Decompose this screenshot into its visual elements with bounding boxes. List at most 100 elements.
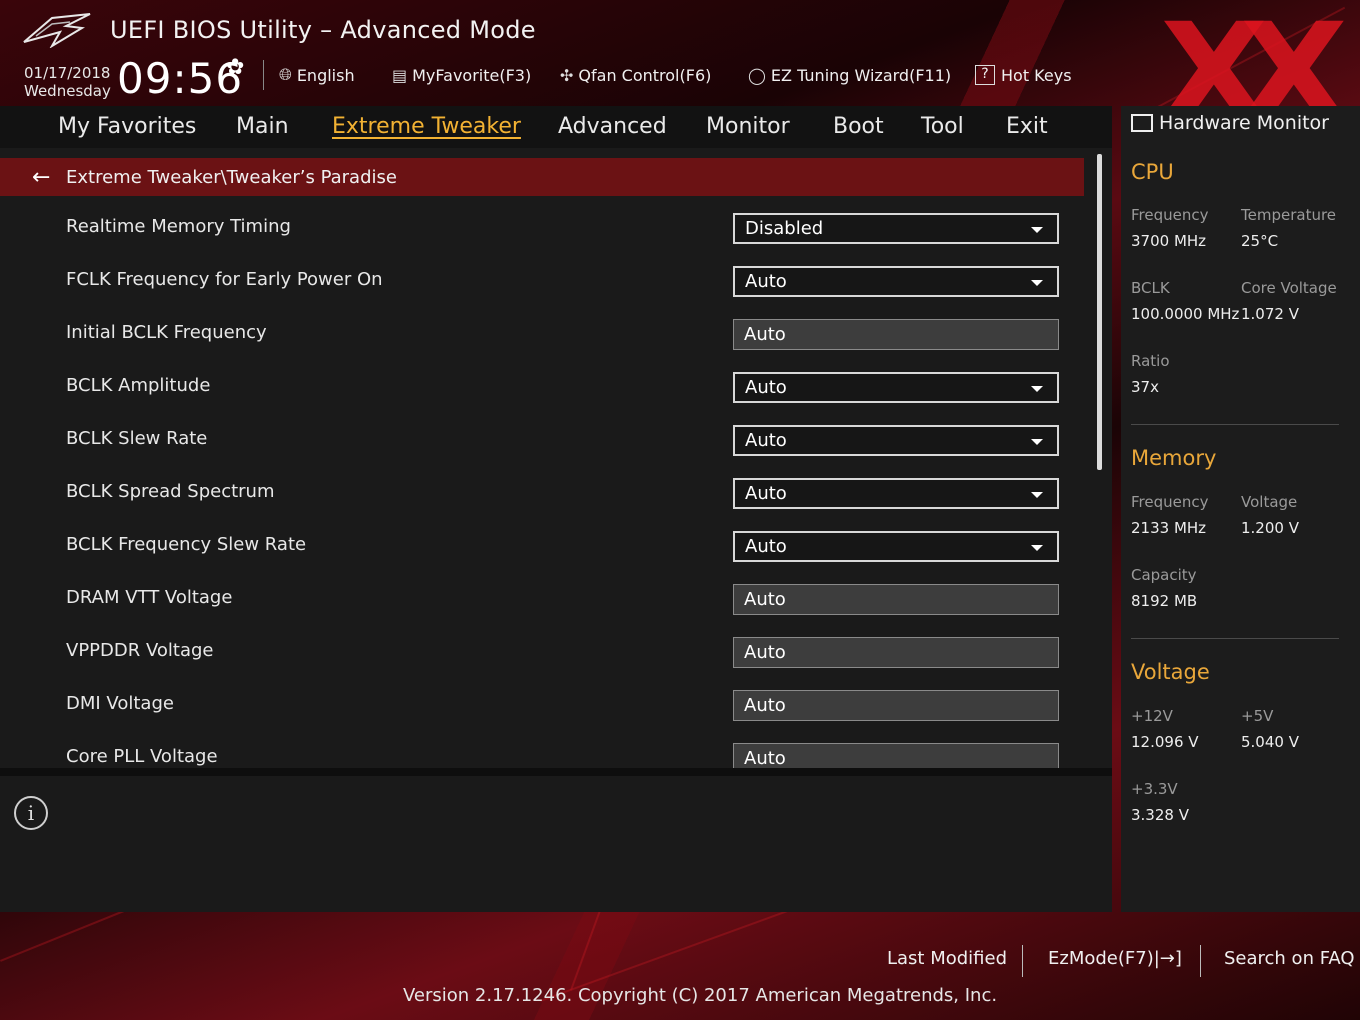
setting-row-fclk-early-power-on[interactable]: FCLK Frequency for Early Power On Auto bbox=[0, 260, 1080, 304]
panel-divider bbox=[0, 768, 1112, 776]
section-divider bbox=[1131, 424, 1339, 425]
bclk-slew-rate-select[interactable]: Auto bbox=[733, 425, 1059, 456]
v5-label: +5V bbox=[1241, 707, 1274, 725]
dropdown-caret-icon bbox=[1031, 492, 1043, 498]
section-divider bbox=[1131, 638, 1339, 639]
setting-row-bclk-slew-rate[interactable]: BCLK Slew Rate Auto bbox=[0, 419, 1080, 463]
setting-label: DRAM VTT Voltage bbox=[66, 587, 233, 608]
dropdown-caret-icon bbox=[1031, 280, 1043, 286]
capacity-value: 8192 MB bbox=[1131, 592, 1198, 610]
header-divider bbox=[263, 60, 264, 90]
qfan-label: Qfan Control(F6) bbox=[578, 65, 712, 85]
setting-row-bclk-amplitude[interactable]: BCLK Amplitude Auto bbox=[0, 366, 1080, 410]
setting-row-vppddr-voltage[interactable]: VPPDDR Voltage Auto bbox=[0, 631, 1080, 675]
dropdown-caret-icon bbox=[1031, 386, 1043, 392]
core-voltage-value: 1.072 V bbox=[1241, 305, 1299, 323]
select-value: Disabled bbox=[745, 218, 824, 239]
hot-keys-button[interactable]: ? Hot Keys bbox=[975, 62, 1072, 88]
weekday-text: Wednesday bbox=[24, 82, 111, 100]
memory-frequency-label: Frequency bbox=[1131, 493, 1209, 511]
footer-divider bbox=[1022, 945, 1023, 977]
memory-voltage-value: 1.200 V bbox=[1241, 519, 1299, 537]
setting-label: FCLK Frequency for Early Power On bbox=[66, 269, 383, 290]
ez-tuning-label: EZ Tuning Wizard(F11) bbox=[770, 65, 952, 85]
tab-monitor[interactable]: Monitor bbox=[706, 114, 790, 139]
language-button[interactable]: 🌐︎ English bbox=[279, 62, 355, 88]
v33-label: +3.3V bbox=[1131, 780, 1178, 798]
settings-panel: ← Extreme Tweaker\Tweaker’s Paradise Rea… bbox=[0, 148, 1112, 768]
ratio-value: 37x bbox=[1131, 378, 1159, 396]
select-value: Auto bbox=[745, 430, 787, 451]
last-modified-button[interactable]: Last Modified bbox=[887, 948, 1007, 969]
hot-keys-label: Hot Keys bbox=[1001, 65, 1072, 85]
realtime-memory-timing-select[interactable]: Disabled bbox=[733, 213, 1059, 244]
bclk-frequency-slew-rate-select[interactable]: Auto bbox=[733, 531, 1059, 562]
bclk-label: BCLK bbox=[1131, 279, 1170, 297]
vppddr-voltage-input[interactable]: Auto bbox=[733, 637, 1059, 668]
voltage-heading: Voltage bbox=[1131, 660, 1210, 684]
fan-icon: ✣ bbox=[560, 65, 574, 85]
tab-boot[interactable]: Boot bbox=[833, 114, 884, 139]
myfavorite-button[interactable]: ▤ MyFavorite(F3) bbox=[392, 62, 531, 88]
tab-my-favorites[interactable]: My Favorites bbox=[58, 114, 196, 139]
dropdown-caret-icon bbox=[1031, 227, 1043, 233]
setting-row-realtime-memory-timing[interactable]: Realtime Memory Timing Disabled bbox=[0, 207, 1080, 251]
cpu-frequency-value: 3700 MHz bbox=[1131, 232, 1207, 250]
v12-label: +12V bbox=[1131, 707, 1173, 725]
cpu-temperature-label: Temperature bbox=[1241, 206, 1337, 224]
dmi-voltage-input[interactable]: Auto bbox=[733, 690, 1059, 721]
ez-tuning-button[interactable]: ◯ EZ Tuning Wizard(F11) bbox=[748, 62, 951, 88]
search-faq-button[interactable]: Search on FAQ bbox=[1224, 948, 1355, 969]
main-menu-bar: My Favorites Main Extreme Tweaker Advanc… bbox=[0, 106, 1112, 148]
tab-advanced[interactable]: Advanced bbox=[558, 114, 667, 139]
dropdown-caret-icon bbox=[1031, 439, 1043, 445]
setting-label: Initial BCLK Frequency bbox=[66, 322, 267, 343]
gear-icon[interactable]: ✿ bbox=[226, 55, 244, 80]
version-text: Version 2.17.1246. Copyright (C) 2017 Am… bbox=[403, 985, 998, 1006]
tab-extreme-tweaker[interactable]: Extreme Tweaker bbox=[332, 114, 521, 139]
bclk-amplitude-select[interactable]: Auto bbox=[733, 372, 1059, 403]
select-value: Auto bbox=[745, 271, 787, 292]
setting-label: BCLK Spread Spectrum bbox=[66, 481, 275, 502]
initial-bclk-frequency-input[interactable]: Auto bbox=[733, 319, 1059, 350]
globe-icon: 🌐︎ bbox=[279, 65, 292, 84]
hardware-monitor-panel: Hardware Monitor CPU Frequency Temperatu… bbox=[1121, 106, 1360, 912]
setting-row-bclk-spread-spectrum[interactable]: BCLK Spread Spectrum Auto bbox=[0, 472, 1080, 516]
bclk-value: 100.0000 MHz bbox=[1131, 305, 1240, 323]
lightbulb-icon: ◯ bbox=[748, 65, 766, 85]
memory-frequency-value: 2133 MHz bbox=[1131, 519, 1207, 537]
clock-display: 09:56 bbox=[117, 54, 244, 103]
setting-row-dmi-voltage[interactable]: DMI Voltage Auto bbox=[0, 684, 1080, 728]
tab-main[interactable]: Main bbox=[236, 114, 289, 139]
setting-label: DMI Voltage bbox=[66, 693, 174, 714]
dram-vtt-voltage-input[interactable]: Auto bbox=[733, 584, 1059, 615]
list-icon: ▤ bbox=[392, 65, 408, 85]
footer-divider bbox=[1200, 945, 1201, 977]
settings-scrollbar[interactable] bbox=[1097, 154, 1102, 470]
tab-exit[interactable]: Exit bbox=[1006, 114, 1048, 139]
setting-label: VPPDDR Voltage bbox=[66, 640, 214, 661]
setting-row-bclk-frequency-slew-rate[interactable]: BCLK Frequency Slew Rate Auto bbox=[0, 525, 1080, 569]
core-pll-voltage-input[interactable]: Auto bbox=[733, 743, 1059, 768]
setting-row-dram-vtt-voltage[interactable]: DRAM VTT Voltage Auto bbox=[0, 578, 1080, 622]
bclk-spread-spectrum-select[interactable]: Auto bbox=[733, 478, 1059, 509]
hardware-monitor-title: Hardware Monitor bbox=[1159, 112, 1329, 134]
back-arrow-icon[interactable]: ← bbox=[32, 165, 58, 190]
setting-row-initial-bclk-frequency[interactable]: Initial BCLK Frequency Auto bbox=[0, 313, 1080, 357]
monitor-icon bbox=[1131, 114, 1153, 132]
help-panel: i bbox=[0, 776, 1112, 912]
select-value: Auto bbox=[745, 536, 787, 557]
ezmode-button[interactable]: EzMode(F7)|→] bbox=[1048, 948, 1182, 969]
info-icon: i bbox=[14, 796, 48, 830]
setting-row-core-pll-voltage[interactable]: Core PLL Voltage Auto bbox=[0, 737, 1080, 768]
memory-heading: Memory bbox=[1131, 446, 1217, 470]
tab-tool[interactable]: Tool bbox=[921, 114, 964, 139]
select-value: Auto bbox=[745, 483, 787, 504]
qfan-control-button[interactable]: ✣ Qfan Control(F6) bbox=[560, 62, 711, 88]
cpu-heading: CPU bbox=[1131, 160, 1174, 184]
setting-label: BCLK Amplitude bbox=[66, 375, 211, 396]
breadcrumb: ← Extreme Tweaker\Tweaker’s Paradise bbox=[0, 158, 1084, 196]
date-display: 01/17/2018 Wednesday bbox=[24, 64, 111, 100]
fclk-early-power-on-select[interactable]: Auto bbox=[733, 266, 1059, 297]
setting-label: Realtime Memory Timing bbox=[66, 216, 291, 237]
